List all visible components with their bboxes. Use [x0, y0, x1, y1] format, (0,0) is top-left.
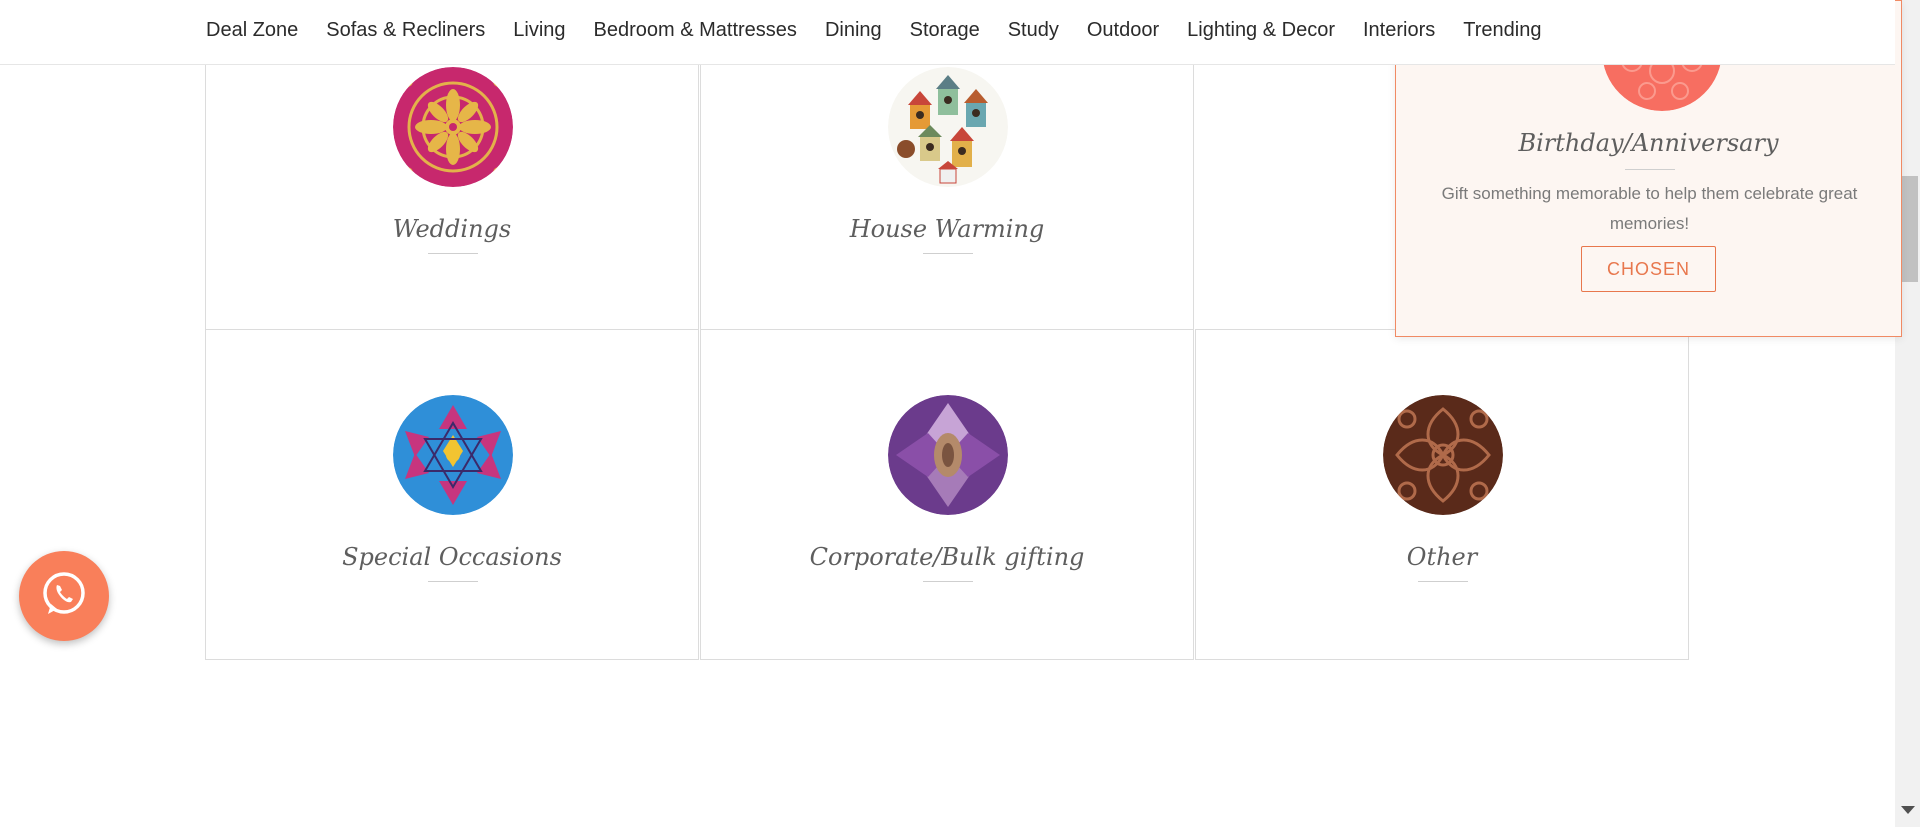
nav-item-dining[interactable]: Dining: [825, 19, 882, 42]
nav-item-interiors[interactable]: Interiors: [1363, 19, 1435, 42]
occasion-title: Other: [1406, 543, 1478, 571]
top-navigation: Deal Zone Sofas & Recliners Living Bedro…: [0, 0, 1895, 65]
nav-item-lighting-decor[interactable]: Lighting & Decor: [1187, 19, 1335, 42]
birdhouses-icon: [888, 67, 1008, 187]
nav-item-sofas-recliners[interactable]: Sofas & Recliners: [326, 19, 485, 42]
occasion-title: Special Occasions: [342, 543, 562, 571]
nav-item-living[interactable]: Living: [513, 19, 565, 42]
occasion-title: Birthday/Anniversary: [1518, 129, 1779, 157]
mandala-pink-gold-icon: [393, 67, 513, 187]
nav-item-bedroom-mattresses[interactable]: Bedroom & Mattresses: [594, 19, 797, 42]
occasion-title: Weddings: [392, 215, 512, 243]
occasion-grid: Weddings House Warming Birthday/Annivers…: [205, 0, 1902, 660]
occasion-title: House Warming: [849, 215, 1045, 243]
chosen-button[interactable]: CHOSEN: [1581, 246, 1716, 292]
nav-item-trending[interactable]: Trending: [1463, 19, 1541, 42]
title-divider: [428, 581, 478, 582]
scroll-down-arrow-icon[interactable]: [1901, 806, 1915, 814]
whatsapp-button[interactable]: [19, 551, 109, 641]
nav-item-outdoor[interactable]: Outdoor: [1087, 19, 1159, 42]
occasion-card-house-warming[interactable]: House Warming: [700, 20, 1194, 330]
category-menu: Deal Zone Sofas & Recliners Living Bedro…: [206, 0, 1541, 60]
occasion-title: Corporate/Bulk gifting: [809, 543, 1085, 571]
nav-item-study[interactable]: Study: [1008, 19, 1059, 42]
nav-item-storage[interactable]: Storage: [910, 19, 980, 42]
purple-kaleidoscope-icon: [888, 395, 1008, 515]
whatsapp-icon: [39, 569, 89, 624]
nav-item-deal-zone[interactable]: Deal Zone: [206, 19, 298, 42]
title-divider: [923, 253, 973, 254]
occasion-card-weddings[interactable]: Weddings: [205, 20, 699, 330]
occasion-card-corporate-bulk-gifting[interactable]: Corporate/Bulk gifting: [700, 329, 1194, 660]
title-divider: [1418, 581, 1468, 582]
brown-damask-icon: [1383, 395, 1503, 515]
occasion-card-other[interactable]: Other: [1195, 329, 1689, 660]
title-divider: [1625, 169, 1675, 170]
kaleidoscope-blue-icon: [393, 395, 513, 515]
title-divider: [428, 253, 478, 254]
occasion-description: Gift something memorable to help them ce…: [1441, 184, 1858, 233]
occasion-card-special-occasions[interactable]: Special Occasions: [205, 329, 699, 660]
title-divider: [923, 581, 973, 582]
